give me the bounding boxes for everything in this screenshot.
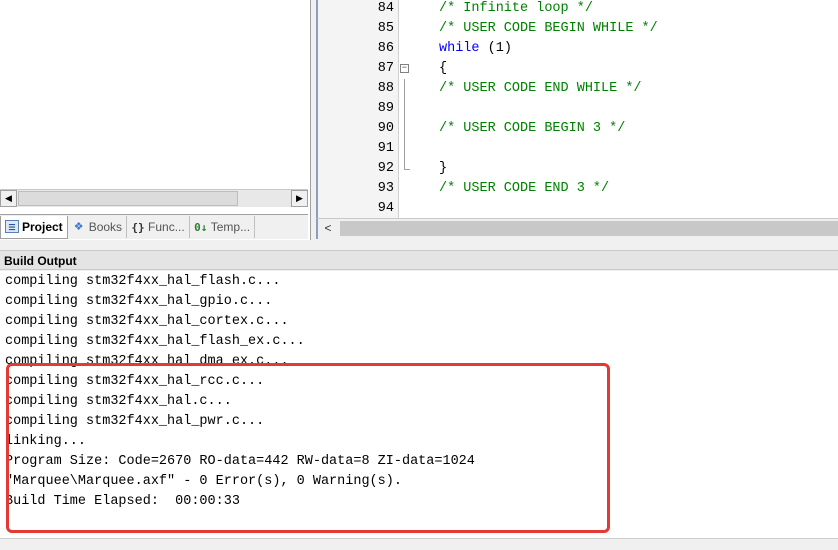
code-text: /* USER CODE BEGIN WHILE */ — [439, 21, 658, 36]
fold-end-tick — [404, 169, 410, 170]
keyword-token: while — [439, 41, 480, 56]
line-number: 93 — [377, 181, 394, 196]
line-number: 89 — [377, 101, 394, 116]
code-text: /* USER CODE END WHILE */ — [439, 81, 642, 96]
code-line[interactable]: 84 /* Infinite loop */ — [318, 0, 838, 19]
line-number: 91 — [377, 141, 394, 156]
tab-functions[interactable]: {} Func... — [127, 216, 190, 238]
fold-collapse-icon[interactable]: − — [400, 64, 409, 73]
output-line: linking... — [5, 434, 87, 449]
output-line: compiling stm32f4xx_hal_gpio.c... — [5, 294, 273, 309]
fold-guide — [404, 99, 405, 119]
output-line: compiling stm32f4xx_hal_rcc.c... — [5, 374, 265, 389]
tab-project-label: Project — [22, 219, 63, 234]
line-number: 84 — [377, 1, 394, 16]
output-line: compiling stm32f4xx_hal_flash_ex.c... — [5, 334, 305, 349]
build-result-line: "Marquee\Marquee.axf" - 0 Error(s), 0 Wa… — [5, 474, 402, 489]
build-time-line: Build Time Elapsed: 00:00:33 — [5, 494, 240, 509]
code-line[interactable]: 89 — [318, 99, 838, 119]
code-text: { — [439, 61, 448, 76]
code-text: /* Infinite loop */ — [439, 1, 593, 16]
line-number: 85 — [377, 21, 394, 36]
output-horizontal-scrollbar[interactable] — [0, 538, 838, 550]
code-line[interactable]: 85 /* USER CODE BEGIN WHILE */ — [318, 19, 838, 39]
templates-icon: 0↓ — [194, 220, 208, 234]
code-editor[interactable]: 84 /* Infinite loop */ 85 /* USER CODE BEGI… — [316, 0, 838, 218]
books-icon: ❖ — [73, 220, 84, 233]
tab-project[interactable]: ☰ Project — [0, 215, 68, 239]
build-output-title: Build Output — [0, 250, 838, 270]
functions-icon: {} — [131, 220, 145, 234]
scroll-thumb[interactable] — [18, 191, 238, 206]
code-line[interactable]: 93 /* USER CODE END 3 */ — [318, 179, 838, 199]
scroll-left-arrow-icon[interactable]: < — [320, 220, 336, 237]
line-number: 87 — [377, 61, 394, 76]
code-text: while (1) — [439, 39, 512, 59]
code-line[interactable]: 91 — [318, 139, 838, 159]
line-number: 86 — [377, 41, 394, 56]
project-icon: ☰ — [5, 220, 19, 233]
fold-guide — [404, 139, 405, 159]
project-horizontal-scrollbar[interactable]: ◀ ▶ — [0, 189, 308, 207]
code-text: /* USER CODE END 3 */ — [439, 181, 610, 196]
scroll-right-arrow-icon[interactable]: ▶ — [291, 190, 308, 207]
line-number: 94 — [377, 201, 394, 216]
code-line[interactable]: 90 /* USER CODE BEGIN 3 */ — [318, 119, 838, 139]
line-number: 92 — [377, 161, 394, 176]
line-number: 90 — [377, 121, 394, 136]
tab-functions-label: Func... — [148, 220, 185, 234]
output-line: compiling stm32f4xx_hal_flash.c... — [5, 274, 281, 289]
build-output-panel[interactable]: compiling stm32f4xx_hal_flash.c... compi… — [0, 271, 838, 549]
code-line[interactable]: 94 — [318, 199, 838, 218]
program-size-line: Program Size: Code=2670 RO-data=442 RW-d… — [5, 454, 475, 469]
fold-guide — [404, 119, 405, 139]
scroll-track[interactable] — [340, 221, 838, 236]
tab-templates[interactable]: 0↓ Temp... — [190, 216, 256, 238]
editor-horizontal-scrollbar[interactable]: < — [316, 218, 838, 239]
tab-books-label: Books — [88, 220, 123, 234]
line-number: 88 — [377, 81, 394, 96]
scroll-left-arrow-icon[interactable]: ◀ — [0, 190, 17, 207]
output-line: compiling stm32f4xx_hal.c... — [5, 394, 232, 409]
output-line: compiling stm32f4xx_hal_cortex.c... — [5, 314, 289, 329]
output-line: compiling stm32f4xx_hal_dma_ex.c... — [5, 354, 289, 369]
tab-books[interactable]: ❖ Books — [68, 216, 128, 238]
output-line: compiling stm32f4xx_hal_pwr.c... — [5, 414, 265, 429]
fold-guide — [404, 79, 405, 99]
code-line[interactable]: 92} — [318, 159, 838, 179]
code-line[interactable]: 86 while (1) — [318, 39, 838, 59]
code-text: } — [439, 161, 448, 176]
code-line[interactable]: 88 /* USER CODE END WHILE */ — [318, 79, 838, 99]
tab-templates-label: Temp... — [210, 220, 251, 234]
project-panel-tabs: ☰ Project ❖ Books {} Func... 0↓ Temp... — [0, 214, 308, 239]
code-text: /* USER CODE BEGIN 3 */ — [439, 121, 626, 136]
code-line[interactable]: 87− { — [318, 59, 838, 79]
fold-end-marker — [404, 159, 405, 169]
code-token: (1) — [479, 41, 512, 56]
